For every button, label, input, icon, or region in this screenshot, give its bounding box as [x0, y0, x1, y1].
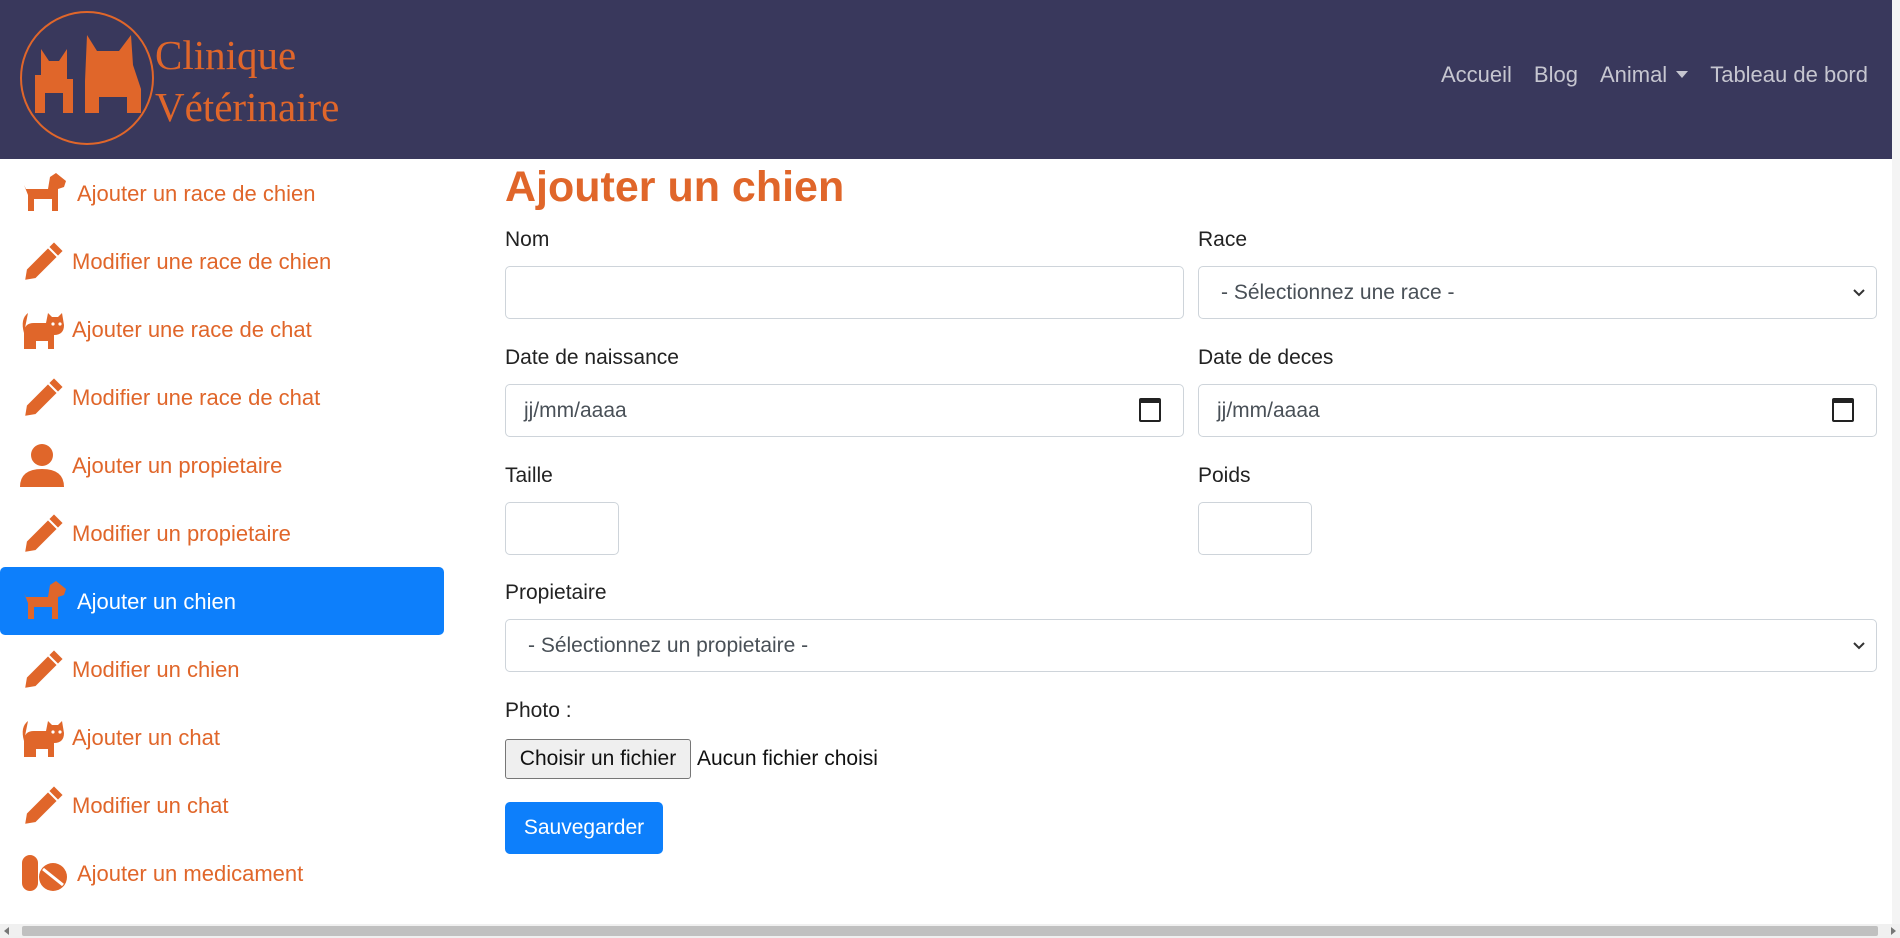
sidebar-item-label: Ajouter un chien [77, 589, 236, 614]
logo-line1: Clinique [155, 32, 297, 78]
sidebar-item-label: Ajouter une race de chat [72, 317, 312, 342]
sidebar-item-add-cat-breed[interactable]: Ajouter une race de chat [0, 295, 444, 363]
clinic-logo[interactable]: Clinique Vétérinaire [20, 11, 360, 145]
nav-home-link[interactable]: Accueil [1441, 62, 1512, 88]
sidebar-item-label: Modifier un propietaire [72, 521, 291, 546]
sidebar-item-label: Ajouter un medicament [77, 861, 304, 886]
main-content: Ajouter un chien Nom Race - Sélectionnez… [505, 159, 1880, 859]
pencil-icon [22, 647, 66, 691]
sidebar-item-label: Ajouter un race de chien [77, 181, 316, 206]
poids-label: Poids [1198, 464, 1251, 487]
calendar-icon[interactable] [1139, 398, 1161, 422]
deces-label: Date de deces [1198, 346, 1334, 369]
sidebar-item-label: Ajouter un propietaire [72, 453, 283, 478]
nav-dashboard-link[interactable]: Tableau de bord [1710, 62, 1868, 88]
taille-label: Taille [505, 464, 553, 487]
user-icon [20, 444, 64, 487]
pencil-icon [22, 511, 66, 555]
naissance-date-placeholder: jj/mm/aaaa [524, 399, 627, 422]
sidebar-item-edit-cat-breed[interactable]: Modifier une race de chat [0, 363, 444, 431]
nav-animal-dropdown[interactable]: Animal [1599, 62, 1689, 88]
save-button[interactable]: Sauvegarder [505, 802, 663, 854]
vertical-scrollbar[interactable] [1892, 0, 1900, 924]
sidebar-item-add-dog-breed[interactable]: Ajouter un race de chien [0, 159, 444, 227]
dog-icon [24, 173, 66, 211]
sidebar-item-edit-dog[interactable]: Modifier un chien [0, 635, 444, 703]
naissance-label: Date de naissance [505, 346, 679, 369]
deces-date-input[interactable]: jj/mm/aaaa [1198, 384, 1877, 437]
pills-icon [22, 855, 67, 891]
naissance-date-input[interactable]: jj/mm/aaaa [505, 384, 1184, 437]
nom-label: Nom [505, 228, 550, 251]
race-label: Race [1198, 228, 1248, 251]
scroll-right-arrow-icon[interactable] [1891, 927, 1896, 935]
choose-file-button[interactable]: Choisir un fichier [505, 739, 691, 779]
sidebar-item-add-owner[interactable]: Ajouter un propietaire [0, 431, 444, 499]
cat-icon [22, 721, 65, 757]
pencil-icon [22, 239, 66, 283]
taille-input[interactable] [505, 502, 619, 555]
poids-input[interactable] [1198, 502, 1312, 555]
dog-icon [24, 581, 66, 619]
top-navbar: Clinique Vétérinaire Accueil Blog Animal… [0, 0, 1900, 159]
scroll-left-arrow-icon[interactable] [4, 927, 9, 935]
horizontal-scrollbar[interactable] [0, 924, 1900, 938]
sidebar-item-edit-owner[interactable]: Modifier un propietaire [0, 499, 444, 567]
sidebar-item-label: Modifier un chat [72, 793, 229, 818]
nav-blog-link[interactable]: Blog [1534, 62, 1578, 88]
proprietaire-select-value: - Sélectionnez un propietaire - [528, 634, 809, 657]
page-title: Ajouter un chien [505, 163, 845, 211]
sidebar-item-add-cat[interactable]: Ajouter un chat [0, 703, 444, 771]
sidebar-item-label: Modifier une race de chat [72, 385, 321, 410]
nav-links: Accueil Blog Animal Tableau de bord [1441, 62, 1868, 88]
pencil-icon [22, 783, 66, 827]
sidebar-item-label: Ajouter un chat [72, 725, 220, 750]
photo-label: Photo : [505, 699, 572, 722]
file-status-text: Aucun fichier choisi [697, 747, 878, 770]
sidebar-item-add-dog[interactable]: Ajouter un chien [0, 567, 444, 635]
race-select-value: - Sélectionnez une race - [1221, 281, 1455, 304]
nav-animal-label: Animal [1599, 62, 1668, 87]
chevron-down-icon [1853, 642, 1865, 650]
cat-icon [22, 313, 65, 349]
race-select[interactable]: - Sélectionnez une race - [1198, 266, 1877, 319]
deces-date-placeholder: jj/mm/aaaa [1217, 399, 1320, 422]
sidebar-item-label: Modifier un chien [72, 657, 240, 682]
sidebar-item-edit-cat[interactable]: Modifier un chat [0, 771, 444, 839]
nom-input[interactable] [505, 266, 1184, 319]
pencil-icon [22, 375, 66, 419]
logo-text: Clinique Vétérinaire [155, 29, 339, 133]
caret-down-icon [1676, 71, 1689, 78]
proprietaire-label: Propietaire [505, 581, 607, 604]
sidebar-item-edit-dog-breed[interactable]: Modifier une race de chien [0, 227, 444, 295]
chevron-down-icon [1853, 289, 1865, 297]
sidebar-item-label: Modifier une race de chien [72, 249, 332, 274]
scrollbar-thumb[interactable] [22, 926, 1878, 936]
sidebar: Ajouter un race de chien Modifier une ra… [0, 159, 445, 924]
cat-dog-logo-icon [35, 35, 141, 113]
logo-line2: Vétérinaire [155, 84, 340, 130]
proprietaire-select[interactable]: - Sélectionnez un propietaire - [505, 619, 1877, 672]
calendar-icon[interactable] [1832, 398, 1854, 422]
sidebar-item-add-medication[interactable]: Ajouter un medicament [0, 839, 444, 907]
